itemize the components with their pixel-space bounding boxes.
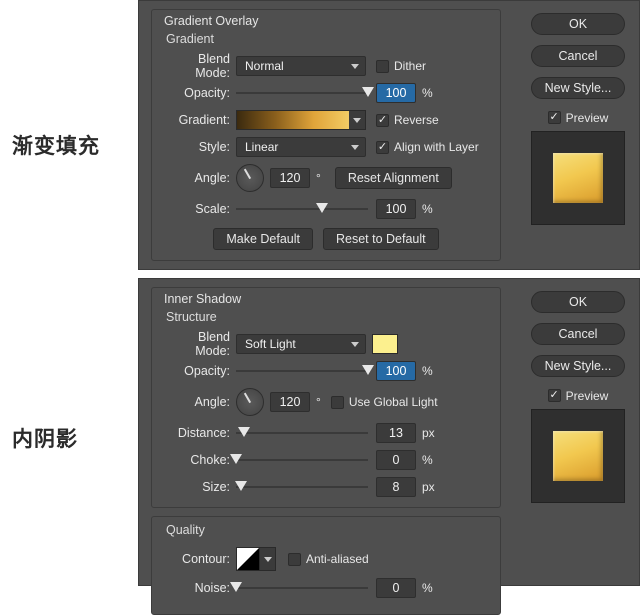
global-light-checkbox[interactable] bbox=[331, 396, 344, 409]
angle-unit: ° bbox=[316, 171, 321, 185]
preview-icon bbox=[553, 153, 603, 203]
opacity-value[interactable]: 100 bbox=[376, 83, 416, 103]
reverse-label: Reverse bbox=[394, 113, 439, 127]
size-value[interactable]: 8 bbox=[376, 477, 416, 497]
size-slider[interactable] bbox=[236, 480, 368, 494]
noise-value[interactable]: 0 bbox=[376, 578, 416, 598]
shadow-color-chip[interactable] bbox=[372, 334, 398, 354]
align-checkbox[interactable] bbox=[376, 141, 389, 154]
align-label: Align with Layer bbox=[394, 140, 479, 154]
dither-label: Dither bbox=[394, 59, 426, 73]
preview-checkbox[interactable] bbox=[548, 111, 561, 124]
preview-swatch-2 bbox=[531, 409, 625, 503]
preview-icon-2 bbox=[553, 431, 603, 481]
label-scale: Scale: bbox=[162, 202, 236, 216]
noise-unit: % bbox=[422, 581, 433, 595]
section-title-inner-shadow: Inner Shadow bbox=[162, 292, 490, 306]
make-default-button[interactable]: Make Default bbox=[213, 228, 313, 250]
preview-checkbox-2[interactable] bbox=[548, 389, 561, 402]
label-angle-2: Angle: bbox=[162, 395, 236, 409]
dither-checkbox[interactable] bbox=[376, 60, 389, 73]
opacity-unit-2: % bbox=[422, 364, 433, 378]
antialias-label: Anti-aliased bbox=[306, 552, 369, 566]
angle-value[interactable]: 120 bbox=[270, 168, 310, 188]
new-style-button[interactable]: New Style... bbox=[531, 77, 625, 99]
group-title-structure: Structure bbox=[162, 308, 490, 328]
section-title-gradient-overlay: Gradient Overlay bbox=[162, 14, 490, 28]
preview-label-2: Preview bbox=[566, 389, 609, 403]
reset-default-button[interactable]: Reset to Default bbox=[323, 228, 439, 250]
scale-unit: % bbox=[422, 202, 433, 216]
contour-dropdown[interactable] bbox=[260, 547, 276, 571]
blend-mode-select[interactable]: Normal bbox=[236, 56, 366, 76]
label-gradient: Gradient: bbox=[162, 113, 236, 127]
ok-button-2[interactable]: OK bbox=[531, 291, 625, 313]
angle-dial-2[interactable] bbox=[236, 388, 264, 416]
distance-value[interactable]: 13 bbox=[376, 423, 416, 443]
choke-slider[interactable] bbox=[236, 453, 368, 467]
label-size: Size: bbox=[162, 480, 236, 494]
blend-mode-select-2[interactable]: Soft Light bbox=[236, 334, 366, 354]
scale-value[interactable]: 100 bbox=[376, 199, 416, 219]
group-title-gradient: Gradient bbox=[162, 30, 490, 50]
choke-value[interactable]: 0 bbox=[376, 450, 416, 470]
distance-unit: px bbox=[422, 426, 435, 440]
style-select[interactable]: Linear bbox=[236, 137, 366, 157]
angle-value-2[interactable]: 120 bbox=[270, 392, 310, 412]
opacity-slider[interactable] bbox=[236, 86, 368, 100]
distance-slider[interactable] bbox=[236, 426, 368, 440]
opacity-unit: % bbox=[422, 86, 433, 100]
noise-slider[interactable] bbox=[236, 581, 368, 595]
label-opacity: Opacity: bbox=[162, 86, 236, 100]
preview-swatch bbox=[531, 131, 625, 225]
angle-dial[interactable] bbox=[236, 164, 264, 192]
cn-label-inner-shadow: 内阴影 bbox=[12, 423, 78, 453]
cancel-button-2[interactable]: Cancel bbox=[531, 323, 625, 345]
angle-unit-2: ° bbox=[316, 395, 321, 409]
contour-swatch[interactable] bbox=[236, 547, 260, 571]
label-opacity-2: Opacity: bbox=[162, 364, 236, 378]
label-angle: Angle: bbox=[162, 171, 236, 185]
gradient-dropdown[interactable] bbox=[349, 111, 365, 129]
reset-alignment-button[interactable]: Reset Alignment bbox=[335, 167, 452, 189]
scale-slider[interactable] bbox=[236, 202, 368, 216]
label-choke: Choke: bbox=[162, 453, 236, 467]
label-blend-mode-2: Blend Mode: bbox=[162, 330, 236, 358]
ok-button[interactable]: OK bbox=[531, 13, 625, 35]
antialias-checkbox[interactable] bbox=[288, 553, 301, 566]
group-title-quality: Quality bbox=[162, 523, 490, 541]
cn-label-gradient-fill: 渐变填充 bbox=[12, 130, 100, 160]
label-contour: Contour: bbox=[162, 552, 236, 566]
preview-label: Preview bbox=[566, 111, 609, 125]
reverse-checkbox[interactable] bbox=[376, 114, 389, 127]
global-light-label: Use Global Light bbox=[349, 395, 438, 409]
opacity-value-2[interactable]: 100 bbox=[376, 361, 416, 381]
label-noise: Noise: bbox=[162, 581, 236, 595]
cancel-button[interactable]: Cancel bbox=[531, 45, 625, 67]
size-unit: px bbox=[422, 480, 435, 494]
opacity-slider-2[interactable] bbox=[236, 364, 368, 378]
label-style: Style: bbox=[162, 140, 236, 154]
new-style-button-2[interactable]: New Style... bbox=[531, 355, 625, 377]
choke-unit: % bbox=[422, 453, 433, 467]
gradient-swatch[interactable] bbox=[236, 110, 366, 130]
label-blend-mode: Blend Mode: bbox=[162, 52, 236, 80]
label-distance: Distance: bbox=[162, 426, 236, 440]
